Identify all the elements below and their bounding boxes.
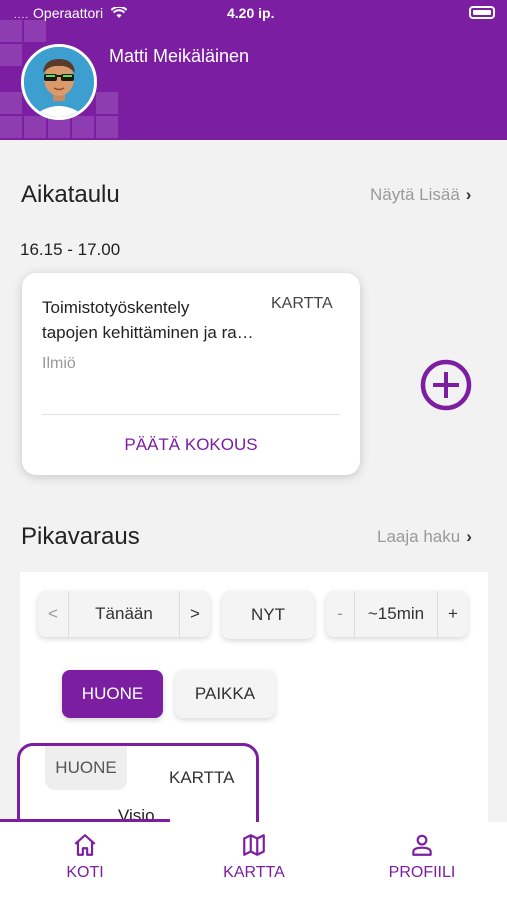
map-icon — [243, 834, 265, 856]
end-meeting-button[interactable]: PÄÄTÄ KOKOUS — [22, 435, 360, 455]
tab-profile-label: PROFIILI — [388, 864, 456, 881]
avatar[interactable] — [21, 44, 97, 120]
person-icon — [412, 834, 432, 856]
event-title: Toimistotyöskentely tapojen kehittäminen… — [42, 295, 254, 345]
bottom-tab-bar: KOTI KARTTA PROFIILI — [0, 822, 507, 900]
tab-map[interactable]: KARTTA — [199, 832, 309, 882]
profile-header: .... Operaattori 4.20 ip. Matti Meikäläi… — [0, 0, 507, 140]
room-badge: HUONE — [45, 746, 127, 790]
event-card[interactable]: Toimistotyöskentely tapojen kehittäminen… — [22, 273, 360, 475]
user-name: Matti Meikäläinen — [109, 46, 250, 66]
room-map-link[interactable]: KARTTA — [169, 768, 235, 788]
event-title-line2: tapojen kehittäminen ja ra… — [42, 323, 254, 342]
advanced-search-label: Laaja haku — [377, 527, 461, 546]
show-more-link[interactable]: Näytä Lisää › — [370, 185, 471, 205]
tab-home[interactable]: KOTI — [30, 832, 140, 882]
advanced-search-link[interactable]: Laaja haku › — [377, 527, 472, 547]
chevron-right-icon: › — [466, 527, 472, 546]
carrier-label: .... Operaattori — [14, 5, 128, 21]
wifi-icon — [110, 5, 128, 18]
date-selector: < Tänään > — [38, 591, 210, 637]
status-time: 4.20 ip. — [227, 5, 275, 21]
event-location: Ilmiö — [42, 355, 76, 372]
duration-value: ~15min — [367, 604, 425, 623]
tab-desk[interactable]: PAIKKA — [175, 670, 275, 718]
event-map-link[interactable]: KARTTA — [271, 295, 333, 313]
tab-room[interactable]: HUONE — [62, 670, 163, 718]
date-value: Tänään — [95, 604, 153, 623]
tab-map-label: KARTTA — [223, 864, 285, 881]
add-event-button[interactable] — [420, 359, 472, 411]
show-more-label: Näytä Lisää — [370, 185, 460, 204]
now-button[interactable]: NYT — [222, 591, 314, 639]
event-time-range: 16.15 - 17.00 — [20, 240, 121, 259]
duration-selector: - ~15min + — [326, 591, 468, 637]
schedule-title: Aikataulu — [21, 181, 120, 208]
event-title-line1: Toimistotyöskentely — [42, 298, 190, 317]
status-bar: .... Operaattori 4.20 ip. — [0, 0, 507, 26]
tab-profile[interactable]: PROFIILI — [367, 832, 477, 882]
home-icon — [74, 834, 96, 856]
date-next-button[interactable]: > — [180, 591, 210, 637]
battery-icon — [469, 6, 495, 19]
quick-booking-title: Pikavaraus — [21, 523, 140, 550]
duration-plus-button[interactable]: + — [438, 591, 468, 637]
date-prev-button[interactable]: < — [38, 591, 68, 637]
duration-minus-button[interactable]: - — [326, 591, 354, 637]
chevron-right-icon: › — [465, 185, 472, 204]
tab-home-label: KOTI — [66, 864, 104, 881]
card-divider — [42, 414, 340, 415]
